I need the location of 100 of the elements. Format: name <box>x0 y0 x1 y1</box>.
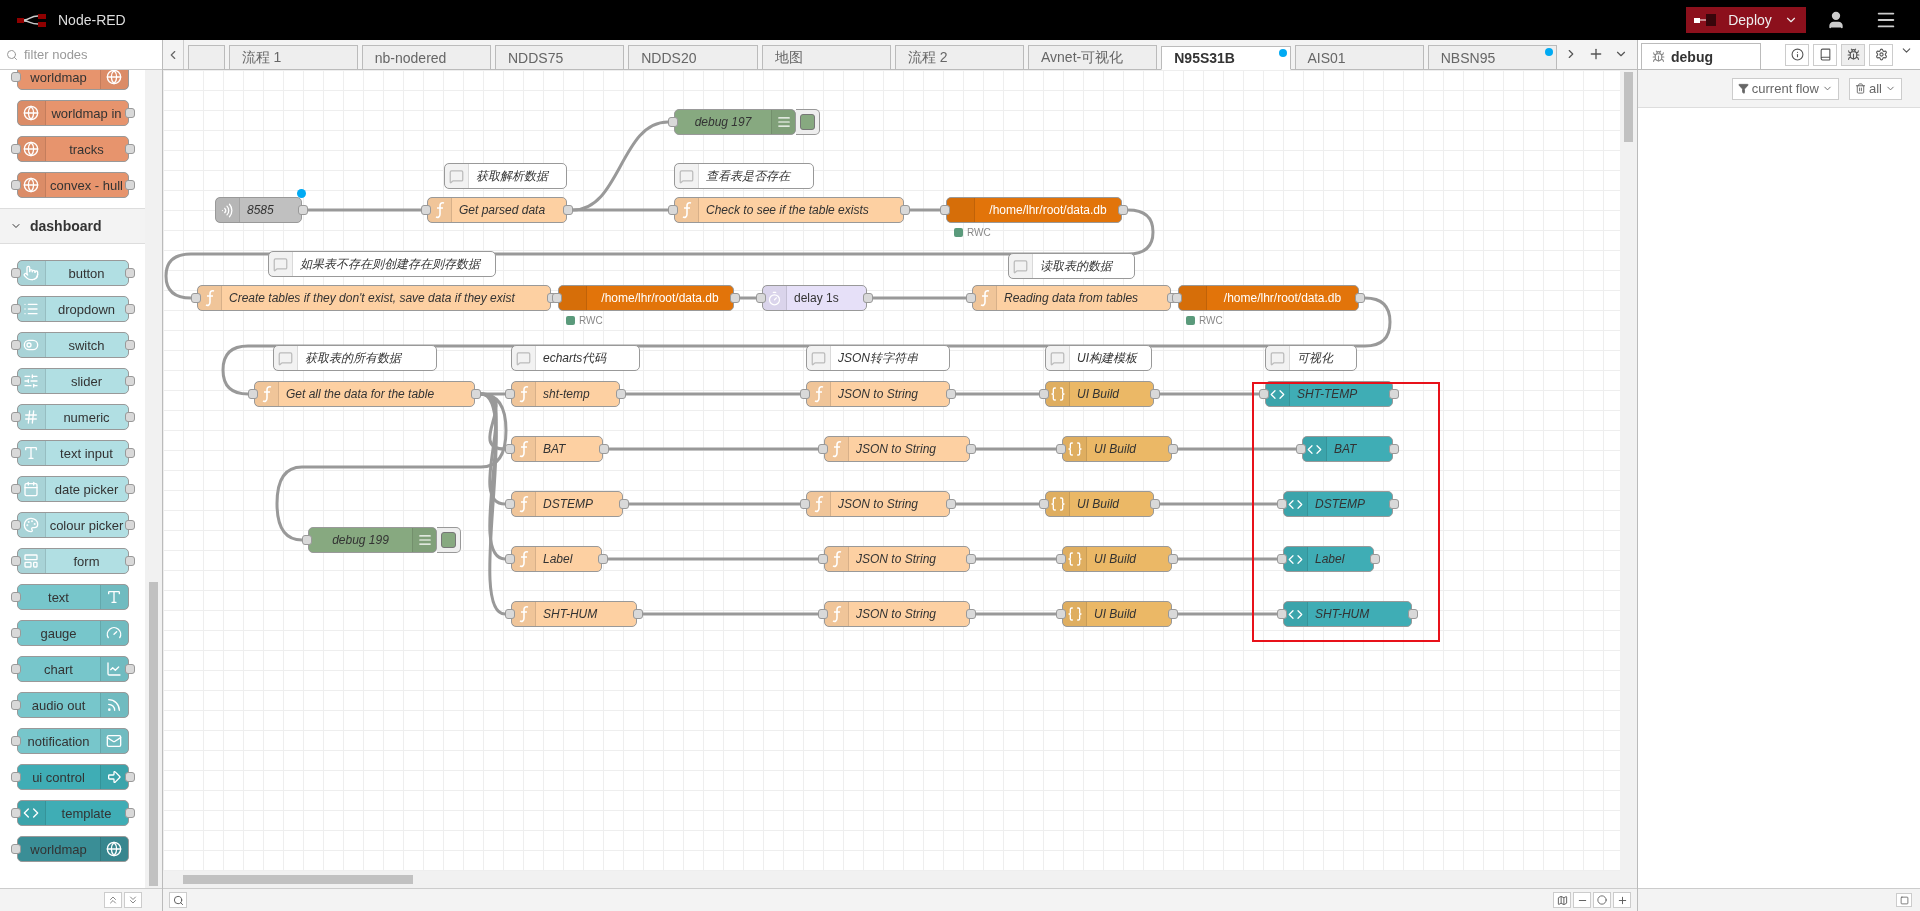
panel-button[interactable] <box>1896 893 1912 907</box>
category-header[interactable]: dashboard <box>0 208 145 244</box>
flow-tab[interactable]: NDDS20 <box>628 45 758 69</box>
code-node[interactable]: SHT-TEMP <box>1265 381 1393 407</box>
delay-node[interactable]: delay 1s <box>762 285 867 311</box>
palette-node[interactable]: colour picker <box>16 512 129 538</box>
debug-toggle-button[interactable] <box>437 527 461 553</box>
palette-node[interactable]: chart <box>16 656 129 682</box>
node-port <box>124 556 135 566</box>
function-node[interactable]: JSON to String <box>824 546 970 572</box>
list-icon <box>23 301 39 317</box>
inject-node[interactable]: 8585 <box>215 197 302 223</box>
palette-node[interactable]: template <box>16 800 129 826</box>
changed-dot <box>1278 49 1287 57</box>
node-port <box>1389 444 1399 454</box>
function-icon <box>260 385 273 403</box>
flow-tab[interactable]: 流程 2 <box>894 45 1024 69</box>
function-node[interactable]: Get parsed data <box>427 197 567 223</box>
brace-node[interactable]: UI Build <box>1062 436 1172 462</box>
zoom-reset-button[interactable] <box>1593 892 1611 908</box>
brace-node[interactable]: UI Build <box>1062 601 1172 627</box>
debug-node[interactable]: debug 197 <box>674 109 796 135</box>
palette-node[interactable]: tracks <box>16 136 129 162</box>
palette-node[interactable]: form <box>16 548 129 574</box>
comment-node[interactable]: 获取解析数据 <box>444 163 567 189</box>
node-port <box>863 293 873 303</box>
palette-node[interactable]: ui control <box>16 764 129 790</box>
comment-node[interactable]: UI构建模板 <box>1045 345 1152 371</box>
book-button[interactable] <box>1813 43 1837 66</box>
comment-node[interactable]: JSON转字符串 <box>806 345 950 371</box>
function-node[interactable]: Create tables if they don't exist, save data if they exist <box>197 285 551 311</box>
debug-button[interactable] <box>1841 43 1865 66</box>
sidebar-tab[interactable]: debug <box>1641 43 1761 69</box>
palette-node[interactable]: slider <box>16 368 129 394</box>
flow-tab[interactable]: N95S31B <box>1161 46 1291 70</box>
function-node[interactable]: JSON to String <box>824 601 970 627</box>
code-node[interactable]: SHT-HUM <box>1283 601 1412 627</box>
flow-tab[interactable]: Avnet-可视化 <box>1028 45 1158 69</box>
palette-node[interactable]: worldmap <box>16 70 129 90</box>
palette-node[interactable]: gauge <box>16 620 129 646</box>
code-node[interactable]: DSTEMP <box>1283 491 1393 517</box>
book-icon <box>1818 48 1832 61</box>
comment-node[interactable]: echarts代码 <box>511 345 640 371</box>
flow-tab[interactable]: nb-nodered <box>361 45 491 69</box>
palette-node[interactable]: switch <box>16 332 129 358</box>
flow-tab[interactable]: NDDS75 <box>495 45 625 69</box>
clear-dropdown[interactable]: all <box>1849 77 1902 100</box>
function-node[interactable]: sht-temp <box>511 381 620 407</box>
brace-node[interactable]: UI Build <box>1062 546 1172 572</box>
comment-node[interactable]: 读取表的数据 <box>1008 253 1135 279</box>
comment-node[interactable]: 可视化 <box>1265 345 1357 371</box>
flow-tab[interactable]: 地图 <box>761 45 891 69</box>
filter-icon <box>1737 83 1749 94</box>
search-button[interactable] <box>169 892 187 908</box>
palette-node[interactable]: numeric <box>16 404 129 430</box>
code-node[interactable]: Label <box>1283 546 1374 572</box>
brace-node[interactable]: UI Build <box>1045 491 1154 517</box>
function-node[interactable]: JSON to String <box>824 436 970 462</box>
function-node[interactable]: SHT-HUM <box>511 601 637 627</box>
comment-node[interactable]: 查看表是否存在 <box>674 163 814 189</box>
palette-node[interactable]: dropdown <box>16 296 129 322</box>
filter-dropdown[interactable]: current flow <box>1731 77 1839 100</box>
brace-node[interactable]: UI Build <box>1045 381 1154 407</box>
filter-field[interactable]: filter nodes <box>0 40 162 70</box>
info-button[interactable] <box>1785 43 1809 66</box>
palette-node[interactable]: convex - hull <box>16 172 129 198</box>
function-icon <box>830 605 843 623</box>
navigator-button[interactable] <box>1553 892 1571 908</box>
comment-node[interactable]: 如果表不存在则创建存在则存数据 <box>268 251 496 277</box>
zoom-out-button[interactable] <box>1573 892 1591 908</box>
text-icon <box>23 445 39 461</box>
braces-icon <box>1066 606 1083 622</box>
function-node[interactable]: BAT <box>511 436 603 462</box>
palette-node[interactable]: worldmap in <box>16 100 129 126</box>
flow-tab[interactable]: 流程 1 <box>228 45 358 69</box>
function-node[interactable]: JSON to String <box>806 491 950 517</box>
function-node[interactable]: Get all the data for the table <box>254 381 475 407</box>
palette-node[interactable]: audio out <box>16 692 129 718</box>
changed-dot <box>1545 48 1553 56</box>
function-node[interactable]: JSON to String <box>806 381 950 407</box>
function-node[interactable]: DSTEMP <box>511 491 623 517</box>
settings-button[interactable] <box>1869 43 1893 66</box>
palette-node[interactable]: text <box>16 584 129 610</box>
palette-icon <box>23 517 39 533</box>
hand-pointer-icon <box>23 265 39 281</box>
palette-node[interactable]: date picker <box>16 476 129 502</box>
function-node[interactable]: Reading data from tables <box>972 285 1171 311</box>
code-node[interactable]: BAT <box>1302 436 1393 462</box>
deploy-button[interactable]: Deploy <box>1686 7 1806 33</box>
function-node[interactable]: Label <box>511 546 602 572</box>
palette-node[interactable]: notification <box>16 728 129 754</box>
flow-tab[interactable]: NBSN95 <box>1427 45 1557 69</box>
zoom-in-button[interactable] <box>1613 892 1631 908</box>
palette-node[interactable]: text input <box>16 440 129 466</box>
debug-node[interactable]: debug 199 <box>308 527 437 553</box>
debug-toggle-button[interactable] <box>796 109 820 135</box>
palette-node[interactable]: button <box>16 260 129 286</box>
comment-node[interactable]: 获取表的所有数据 <box>273 345 437 371</box>
function-node[interactable]: Check to see if the table exists <box>674 197 904 223</box>
flow-tab[interactable]: AIS01 <box>1294 45 1424 69</box>
